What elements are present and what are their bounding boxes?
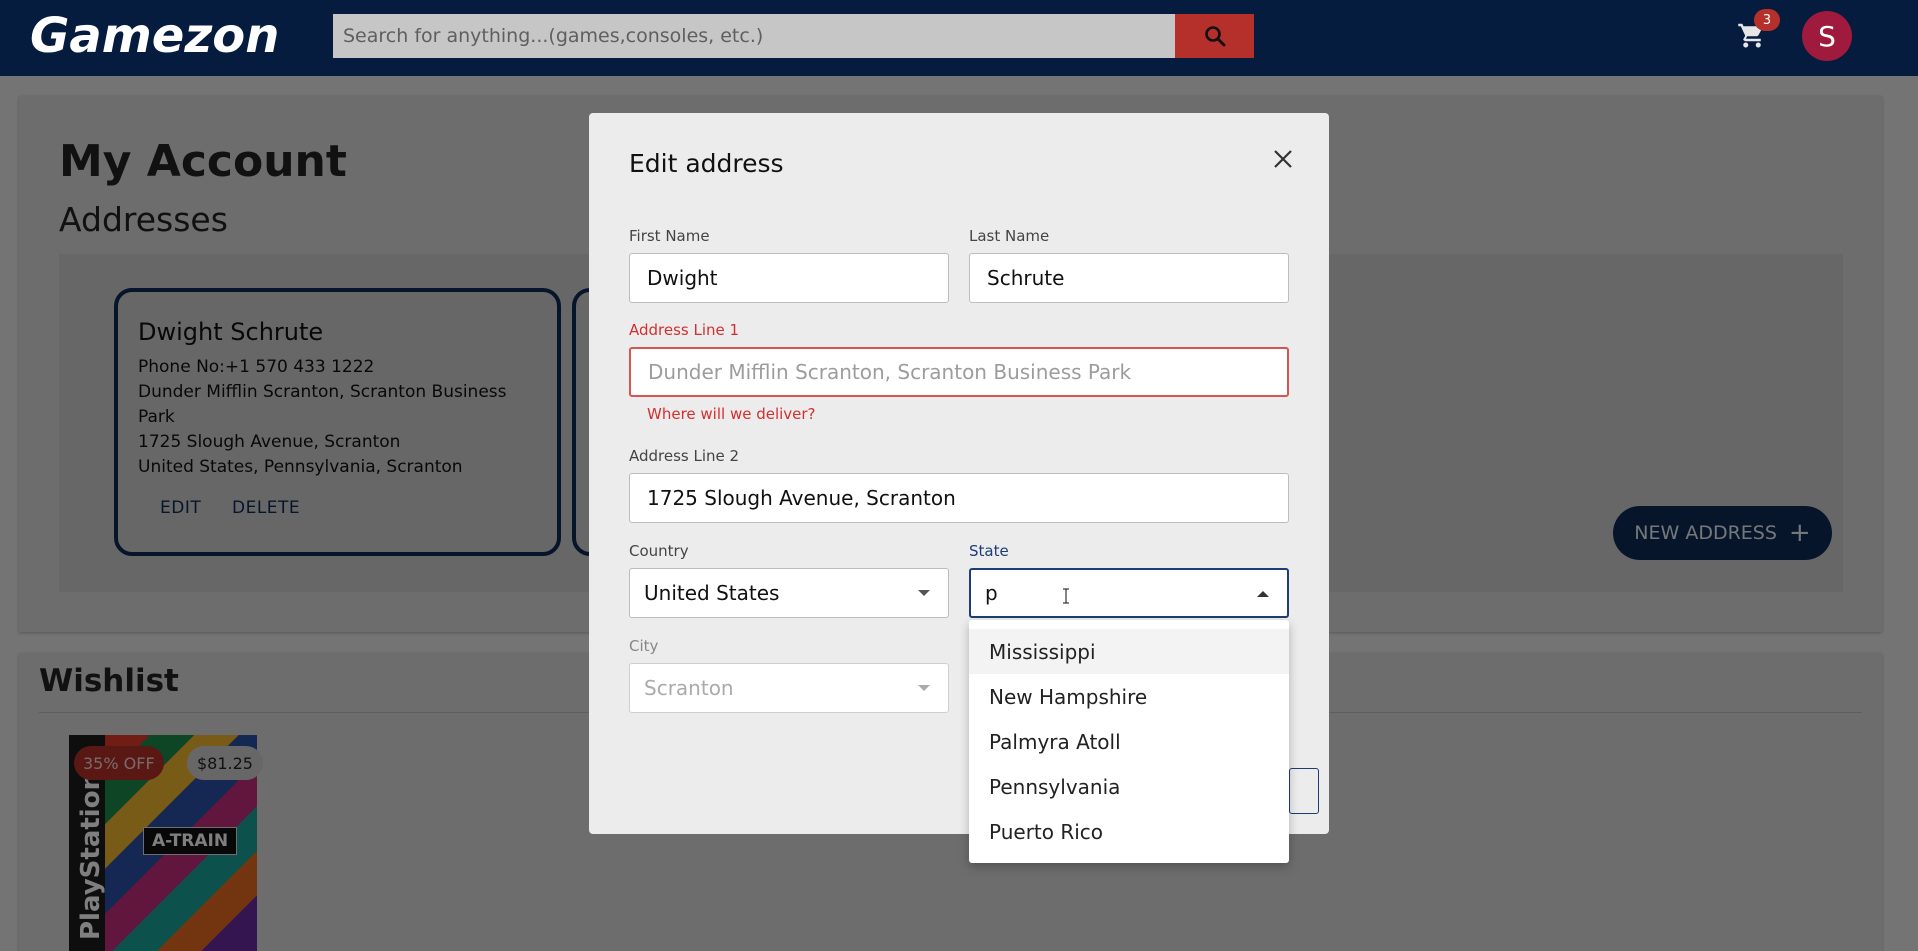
first-name-label: First Name	[629, 227, 710, 245]
address-line-1-label: Address Line 1	[629, 321, 740, 339]
state-autocomplete[interactable]	[969, 568, 1289, 618]
search-button[interactable]	[1175, 14, 1254, 58]
state-option[interactable]: Palmyra Atoll	[969, 719, 1289, 764]
chevron-down-icon	[918, 685, 930, 691]
state-label: State	[969, 542, 1009, 560]
user-avatar[interactable]: S	[1802, 11, 1852, 61]
state-option[interactable]: Pennsylvania	[969, 764, 1289, 809]
state-option[interactable]: Mississippi	[969, 629, 1289, 674]
search-icon	[1204, 26, 1225, 47]
country-label: Country	[629, 542, 689, 560]
state-option[interactable]: New Hampshire	[969, 674, 1289, 719]
state-option[interactable]: Puerto Rico	[969, 809, 1289, 854]
top-header: Gamezon 3 S	[0, 0, 1918, 76]
first-name-input[interactable]	[630, 254, 948, 302]
country-value[interactable]	[630, 569, 948, 617]
first-name-field	[629, 253, 949, 303]
city-label: City	[629, 637, 659, 655]
address-line-1-input[interactable]	[631, 349, 1287, 395]
gamezon-logo[interactable]: Gamezon	[30, 8, 279, 64]
chevron-down-icon	[918, 590, 930, 596]
close-icon	[1274, 150, 1292, 168]
cart-count-badge: 3	[1754, 9, 1780, 31]
last-name-input[interactable]	[970, 254, 1288, 302]
search-bar	[333, 14, 1254, 58]
last-name-label: Last Name	[969, 227, 1050, 245]
last-name-field	[969, 253, 1289, 303]
address-line-2-field	[629, 473, 1289, 523]
chevron-up-icon[interactable]	[1257, 591, 1269, 597]
city-select	[629, 663, 949, 713]
save-button-partial[interactable]	[1289, 768, 1319, 814]
state-input[interactable]	[971, 570, 1287, 616]
city-value	[630, 664, 948, 712]
search-input[interactable]	[333, 14, 1175, 58]
close-button[interactable]	[1269, 145, 1297, 173]
dialog-title: Edit address	[629, 149, 784, 178]
country-select[interactable]	[629, 568, 949, 618]
address-line-2-label: Address Line 2	[629, 447, 740, 465]
address-line-1-error: Where will we deliver?	[647, 405, 816, 423]
text-cursor-icon	[1063, 588, 1069, 604]
address-line-1-field	[629, 347, 1289, 397]
address-line-2-input[interactable]	[630, 474, 1288, 522]
state-options-listbox: Mississippi New Hampshire Palmyra Atoll …	[969, 620, 1289, 863]
